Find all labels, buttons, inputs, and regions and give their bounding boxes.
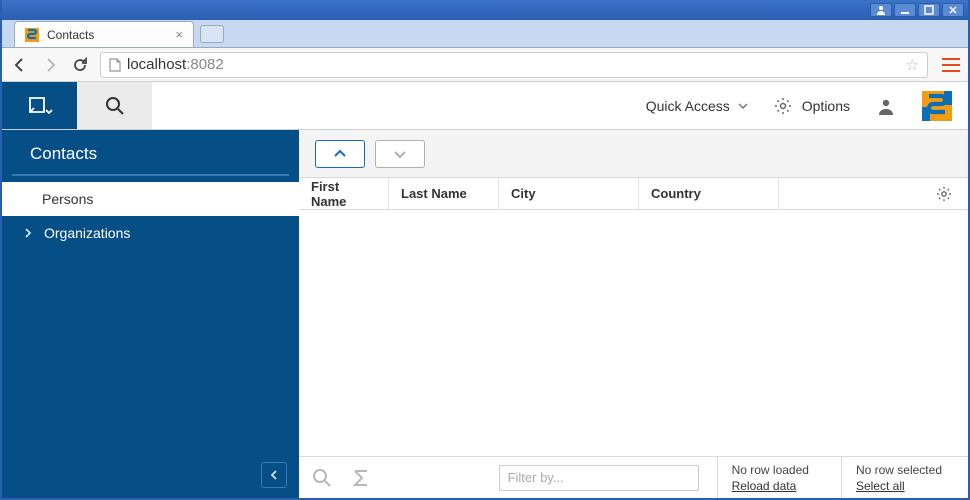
- table-body-empty: [299, 210, 968, 456]
- sidebar-item-persons[interactable]: Persons: [2, 182, 299, 216]
- footer-search-icon[interactable]: [311, 467, 333, 489]
- forward-button[interactable]: [40, 55, 60, 75]
- sigma-icon[interactable]: [351, 468, 371, 488]
- app-root: Quick Access Options: [2, 82, 968, 498]
- url-text: localhost:8082: [127, 56, 224, 73]
- collapse-up-button[interactable]: [315, 140, 365, 168]
- chevron-right-icon: [24, 228, 34, 238]
- sidebar: Contacts Persons Organizations: [2, 130, 299, 498]
- select-all-link[interactable]: Select all: [856, 479, 942, 493]
- browser-tab-title: Contacts: [47, 28, 94, 42]
- brand-logo-icon: [922, 91, 952, 121]
- column-country[interactable]: Country: [639, 178, 779, 209]
- tab-close-icon[interactable]: ×: [175, 27, 183, 42]
- sidebar-title: Contacts: [12, 130, 289, 176]
- select-status-group: No row selected Select all: [841, 457, 956, 498]
- row-select-status: No row selected: [856, 463, 942, 477]
- app-top-toolbar: Quick Access Options: [2, 82, 968, 130]
- sidebar-item-label: Persons: [42, 191, 93, 207]
- sidebar-item-label: Organizations: [44, 225, 130, 241]
- table-header: First Name Last Name City Country: [299, 178, 968, 210]
- expand-down-button[interactable]: [375, 140, 425, 168]
- content-footer: No row loaded Reload data No row selecte…: [299, 456, 968, 498]
- options-label: Options: [802, 98, 850, 114]
- content-toolbar: [299, 130, 968, 178]
- table-settings-button[interactable]: [924, 178, 968, 209]
- minimize-button[interactable]: [894, 3, 916, 17]
- os-titlebar: [2, 0, 968, 20]
- toolbar-right-group: Quick Access Options: [152, 82, 968, 129]
- back-button[interactable]: [10, 55, 30, 75]
- browser-tabstrip: Contacts ×: [2, 20, 968, 48]
- main-split: Contacts Persons Organizations: [2, 130, 968, 498]
- quick-access-label: Quick Access: [646, 98, 730, 114]
- load-status-group: No row loaded Reload data: [717, 457, 823, 498]
- url-input[interactable]: localhost:8082 ☆: [100, 52, 928, 78]
- user-account-button[interactable]: [870, 3, 892, 17]
- options-button[interactable]: Options: [774, 97, 850, 115]
- close-window-button[interactable]: [942, 3, 964, 17]
- favicon-icon: [25, 28, 39, 42]
- outline-view-button[interactable]: [2, 82, 77, 129]
- gear-icon: [774, 97, 792, 115]
- quick-access-dropdown[interactable]: Quick Access: [646, 98, 748, 114]
- column-first-name[interactable]: First Name: [299, 178, 389, 209]
- search-view-button[interactable]: [77, 82, 152, 129]
- bookmark-star-icon[interactable]: ☆: [906, 56, 919, 74]
- user-icon[interactable]: [876, 96, 896, 116]
- reload-button[interactable]: [70, 55, 90, 75]
- browser-address-bar: localhost:8082 ☆: [2, 48, 968, 82]
- sidebar-collapse-button[interactable]: [261, 462, 287, 488]
- row-load-status: No row loaded: [732, 463, 809, 477]
- content-pane: First Name Last Name City Country: [299, 130, 968, 498]
- browser-tab[interactable]: Contacts ×: [14, 21, 194, 47]
- new-tab-button[interactable]: [200, 25, 224, 43]
- window-frame: Contacts × localhost:8082 ☆: [0, 0, 970, 500]
- column-last-name[interactable]: Last Name: [389, 178, 499, 209]
- chevron-down-icon: [738, 103, 748, 109]
- reload-data-link[interactable]: Reload data: [732, 479, 809, 493]
- page-icon: [109, 58, 121, 72]
- sidebar-item-organizations[interactable]: Organizations: [2, 216, 299, 250]
- column-city[interactable]: City: [499, 178, 639, 209]
- filter-input[interactable]: [499, 465, 699, 491]
- browser-menu-button[interactable]: [942, 58, 960, 72]
- maximize-button[interactable]: [918, 3, 940, 17]
